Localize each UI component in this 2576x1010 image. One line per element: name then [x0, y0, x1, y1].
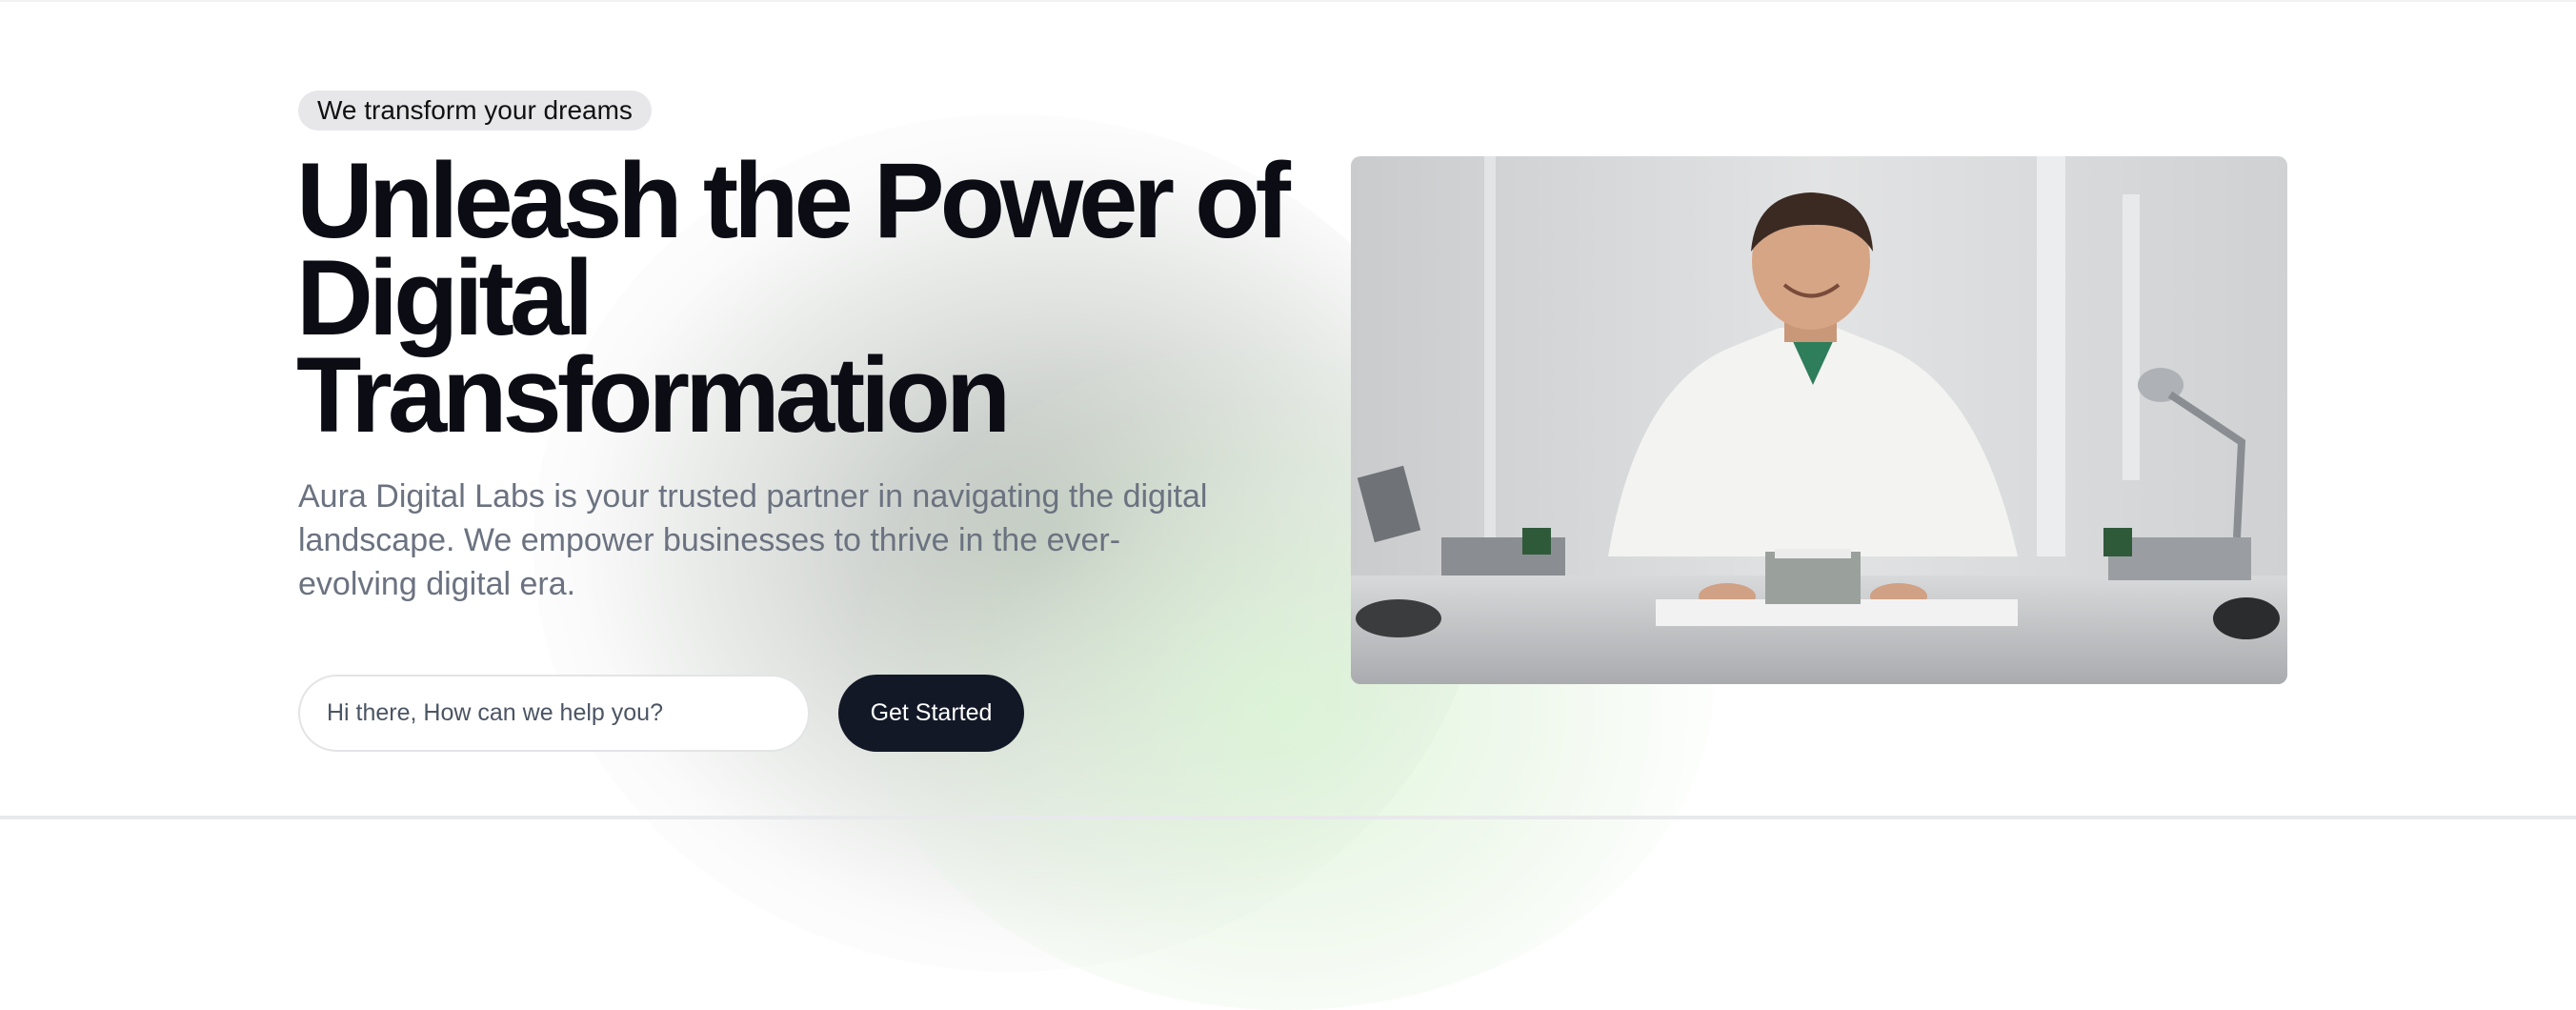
- hero-title: Unleash the Power of Digital Transformat…: [296, 141, 1291, 454]
- hero-title-line: Digital: [296, 238, 594, 357]
- hero-title-line: Unleash the Power of: [296, 141, 1291, 260]
- get-started-button[interactable]: Get Started: [838, 675, 1024, 752]
- hero-title-line: Transformation: [296, 335, 1011, 454]
- hero-description: Aura Digital Labs is your trusted partne…: [298, 478, 1208, 602]
- hero-image: [1351, 156, 2287, 684]
- bottom-divider: [0, 816, 2576, 819]
- top-divider: [0, 0, 2576, 2]
- help-input[interactable]: [298, 675, 810, 752]
- tagline-badge: We transform your dreams: [298, 91, 652, 131]
